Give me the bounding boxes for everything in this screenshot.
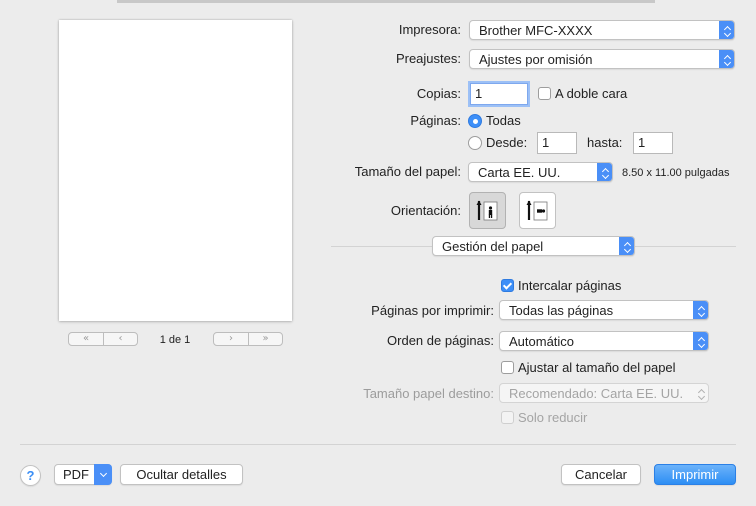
chevron-down-icon: [94, 464, 112, 485]
double-chevron-left-icon: «: [82, 333, 90, 344]
pages-to-value: 1: [638, 135, 646, 150]
page-order-select[interactable]: Automático: [499, 331, 709, 351]
dest-paper-value: Recomendado: Carta EE. UU.: [509, 385, 684, 401]
print-label: Imprimir: [671, 467, 719, 482]
pages-from-label: Desde:: [486, 135, 528, 150]
presets-select[interactable]: Ajustes por omisión: [469, 49, 735, 69]
help-icon: ?: [26, 468, 35, 483]
page-indicator: 1 de 1: [159, 334, 191, 346]
orientation-portrait-button[interactable]: [469, 192, 506, 229]
chevron-right-icon: ›: [229, 333, 233, 344]
pages-label: Páginas:: [410, 113, 461, 128]
scale-down-only-label: Solo reducir: [518, 410, 588, 425]
printer-select[interactable]: Brother MFC-XXXX: [469, 20, 735, 40]
copies-field[interactable]: 1: [470, 83, 528, 105]
pages-to-field[interactable]: 1: [633, 132, 673, 154]
printer-label: Impresora:: [398, 22, 461, 37]
help-button[interactable]: ?: [20, 465, 41, 486]
orientation-landscape-button[interactable]: [519, 192, 556, 229]
cancel-button[interactable]: Cancelar: [561, 464, 641, 485]
page-order-label: Orden de páginas:: [387, 333, 494, 348]
pages-to-label: hasta:: [587, 135, 623, 150]
paper-size-value: Carta EE. UU.: [478, 164, 561, 180]
presets-label: Preajustes:: [395, 51, 461, 66]
up-down-chevron-icon: [693, 332, 708, 350]
collate-checkbox[interactable]: [501, 279, 514, 292]
up-down-chevron-icon: [619, 237, 634, 255]
pages-to-print-label: Páginas por imprimir:: [371, 303, 494, 318]
dest-paper-select[interactable]: Recomendado: Carta EE. UU.: [499, 383, 709, 403]
previous-page-button[interactable]: ‹: [103, 333, 137, 345]
presets-value: Ajustes por omisión: [479, 51, 593, 67]
chevron-left-icon: ‹: [118, 333, 123, 344]
copies-label: Copias:: [416, 86, 461, 101]
scale-to-fit-checkbox[interactable]: [501, 361, 514, 374]
preview-nav-forward-group: › »: [213, 332, 283, 346]
last-page-button[interactable]: »: [248, 333, 282, 345]
next-page-button[interactable]: ›: [214, 333, 248, 345]
up-down-chevron-icon: [719, 50, 734, 68]
up-down-chevron-icon: [693, 301, 708, 319]
section-select[interactable]: Gestión del papel: [432, 236, 635, 256]
landscape-orientation-icon: [526, 200, 547, 220]
scale-to-fit-label: Ajustar al tamaño del papel: [518, 360, 676, 375]
up-down-chevron-icon: [719, 21, 734, 39]
up-down-chevron-icon: [597, 163, 612, 181]
duplex-label: A doble cara: [555, 86, 628, 101]
footer-divider: [20, 444, 736, 445]
pages-to-print-select[interactable]: Todas las páginas: [499, 300, 709, 320]
duplex-checkbox[interactable]: [538, 87, 551, 100]
print-button[interactable]: Imprimir: [654, 464, 736, 485]
pdf-label: PDF: [63, 467, 89, 482]
cancel-label: Cancelar: [574, 467, 628, 482]
pages-range-radio[interactable]: [468, 136, 482, 150]
paper-size-label: Tamaño del papel:: [354, 164, 461, 179]
preview-nav-back-group: « ‹: [68, 332, 138, 346]
pages-all-radio[interactable]: [468, 114, 482, 128]
pdf-menu-button[interactable]: PDF: [54, 464, 112, 485]
window-top-edge: [117, 0, 655, 3]
collate-label: Intercalar páginas: [518, 278, 622, 293]
hide-details-label: Ocultar detalles: [136, 467, 227, 482]
double-chevron-right-icon: »: [262, 333, 269, 344]
orientation-label: Orientación:: [390, 203, 461, 218]
dest-paper-label: Tamaño papel destino:: [363, 386, 494, 401]
hide-details-button[interactable]: Ocultar detalles: [120, 464, 243, 485]
scale-down-only-checkbox[interactable]: [501, 411, 514, 424]
page-order-value: Automático: [509, 333, 575, 349]
printer-value: Brother MFC-XXXX: [479, 22, 593, 38]
pages-all-label: Todas: [486, 113, 521, 128]
page-preview: [59, 20, 292, 321]
pages-from-field[interactable]: 1: [537, 132, 577, 154]
paper-size-select[interactable]: Carta EE. UU.: [468, 162, 613, 182]
section-value: Gestión del papel: [442, 238, 544, 254]
portrait-orientation-icon: [476, 200, 497, 220]
copies-value: 1: [475, 86, 483, 101]
pages-to-print-value: Todas las páginas: [509, 302, 614, 318]
up-down-chevron-icon: [693, 384, 708, 402]
paper-dimensions: 8.50 x 11.00 pulgadas: [622, 167, 730, 179]
first-page-button[interactable]: «: [69, 333, 103, 345]
pages-from-value: 1: [542, 135, 550, 150]
